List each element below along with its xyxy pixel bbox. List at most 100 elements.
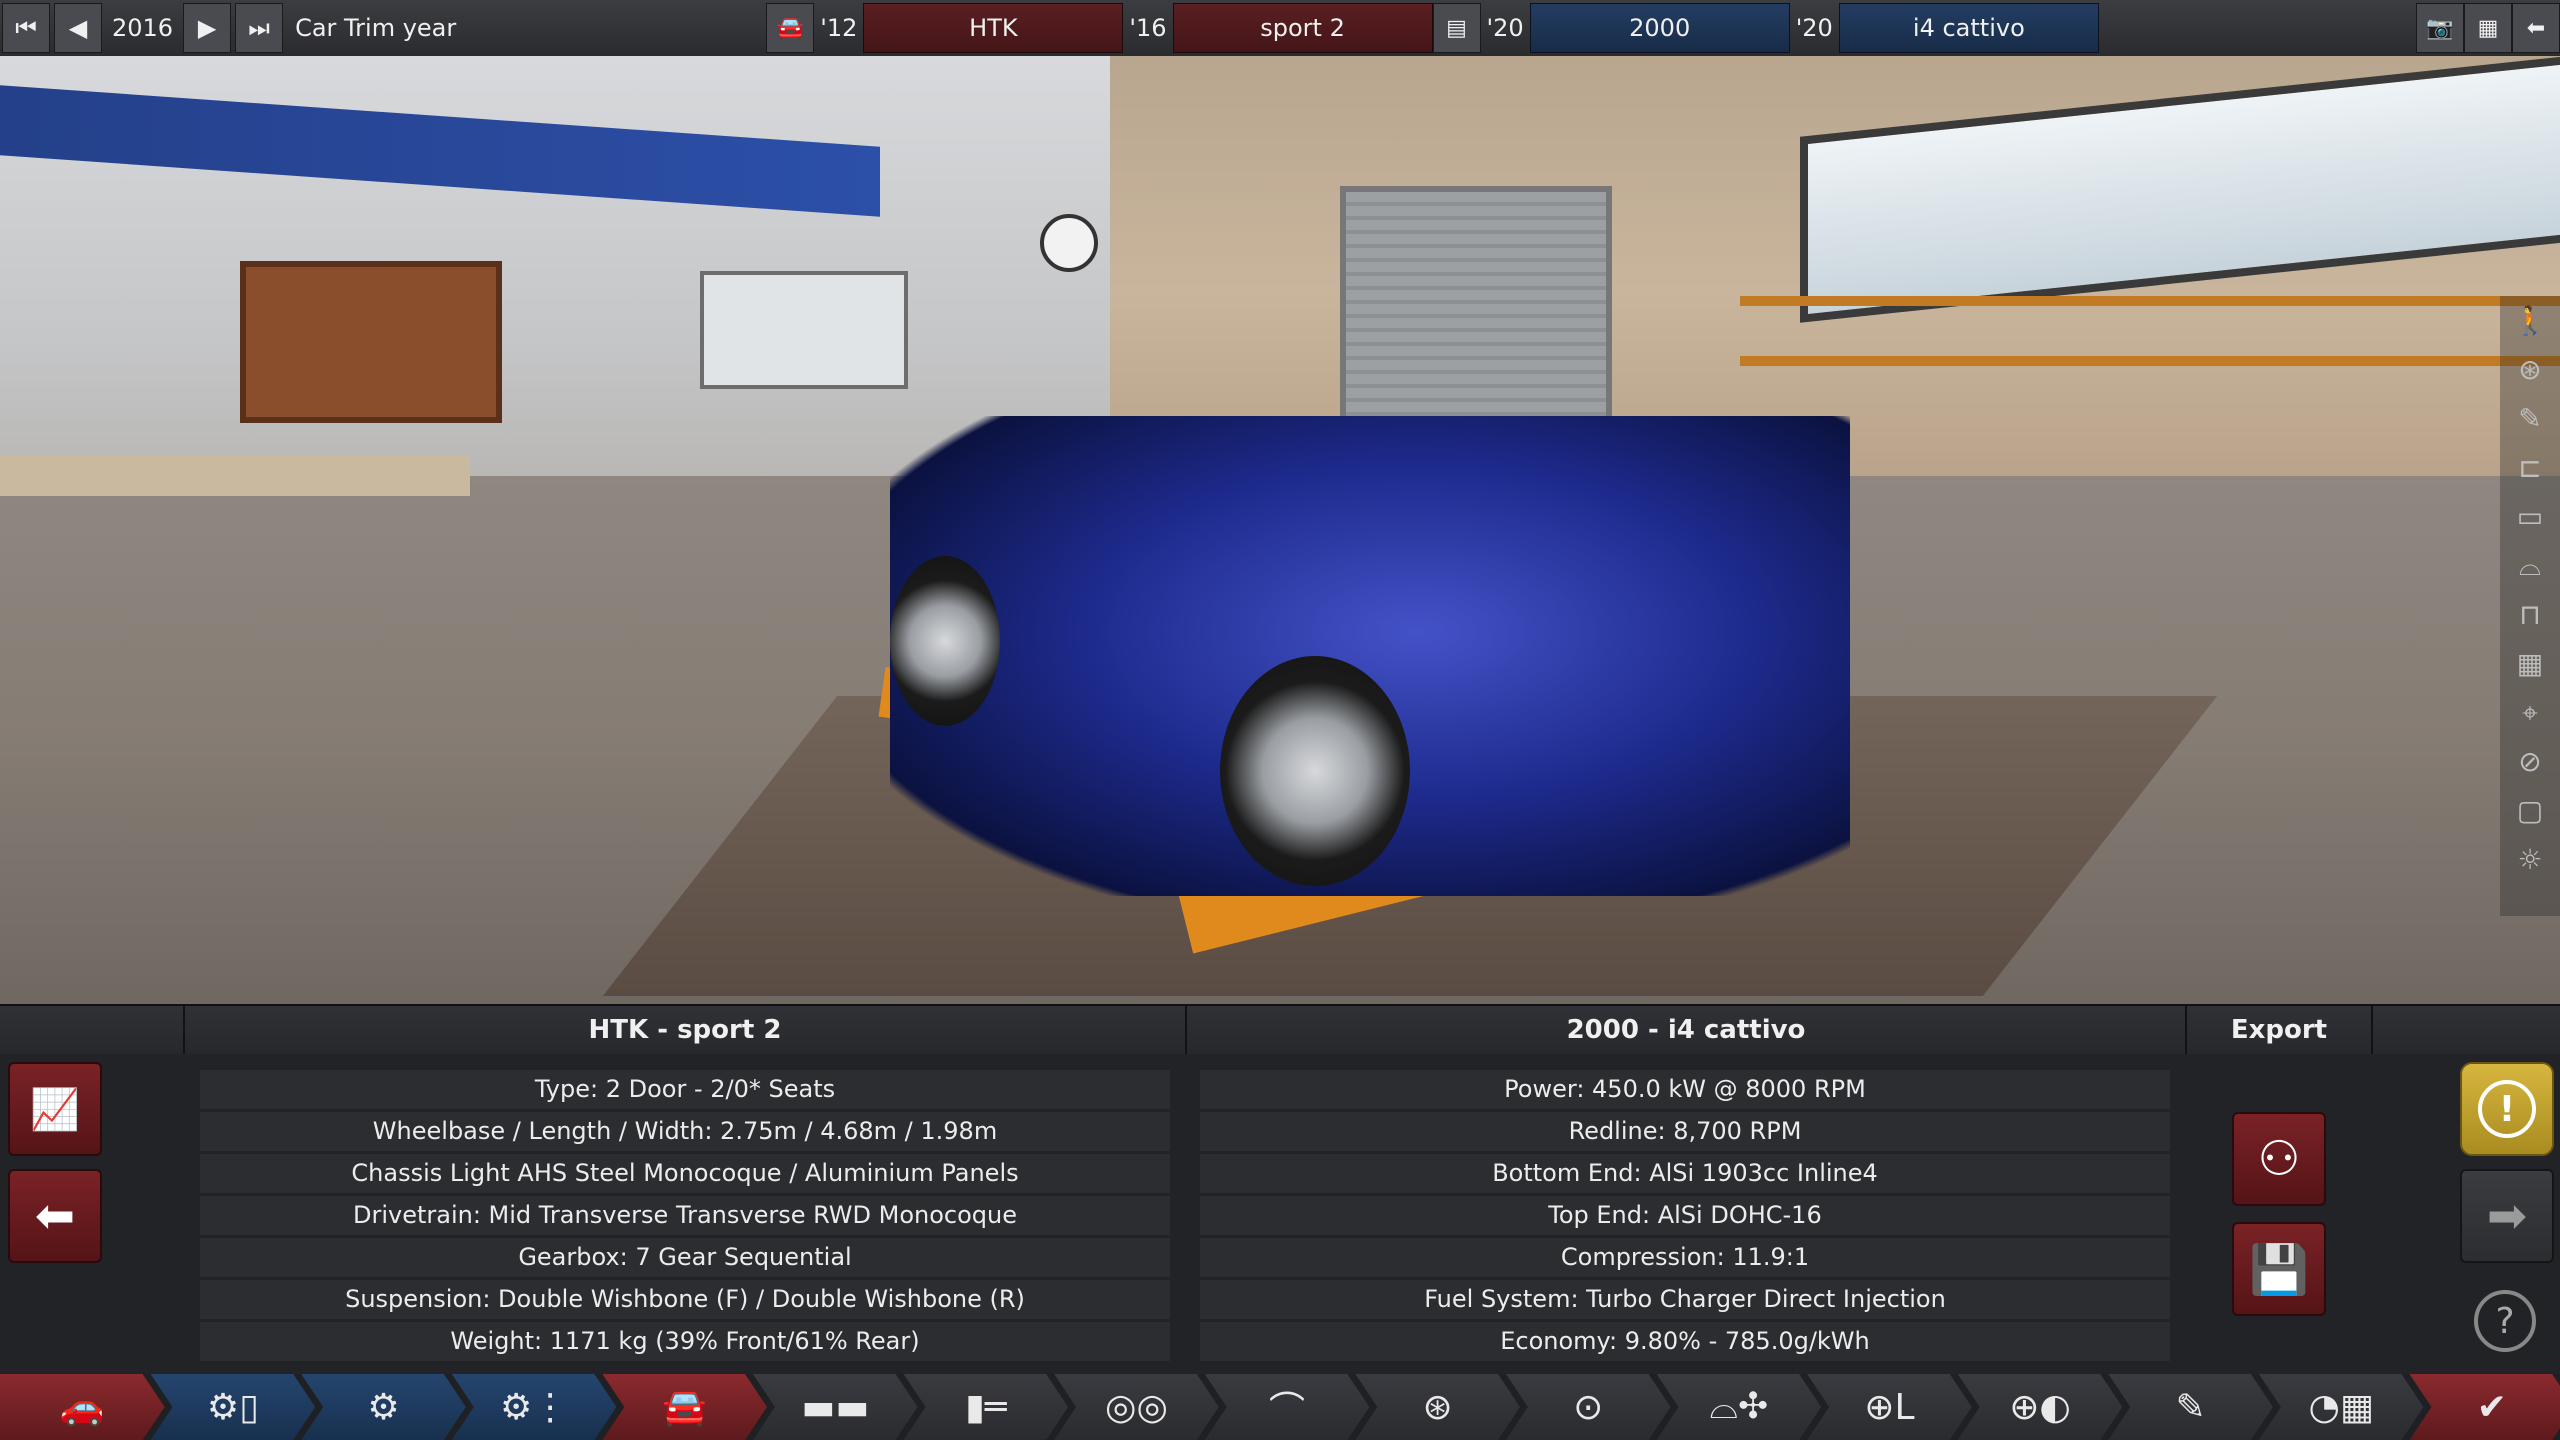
share-icon: ⚇ — [2257, 1131, 2301, 1187]
nav-engine-bottom-end[interactable]: ⚙ — [301, 1374, 466, 1440]
share-button[interactable]: ⚇ — [2232, 1112, 2326, 1206]
workbench — [0, 456, 470, 496]
wall-clock — [1040, 214, 1098, 272]
engine-power-row: Power: 450.0 kW @ 8000 RPM — [1200, 1070, 2170, 1109]
pedestrian-icon[interactable]: 🚶 — [2500, 296, 2560, 345]
nav-testing[interactable]: ◔▦ — [2259, 1374, 2424, 1440]
save-button[interactable]: 💾 — [2232, 1222, 2326, 1316]
panel-icon[interactable]: ▭ — [2500, 492, 2560, 541]
testing-icon: ◔▦ — [2308, 1386, 2374, 1428]
prev-year-button[interactable]: ◀ — [54, 3, 102, 53]
no-entry-icon[interactable]: ⊘ — [2500, 737, 2560, 786]
car-trim-icon: 🚘 — [662, 1387, 708, 1428]
warnings-button[interactable]: ! — [2460, 1062, 2554, 1156]
prev-icon: ◀ — [68, 14, 88, 42]
nav-wheels[interactable]: ⊛ — [1355, 1374, 1520, 1440]
calculator-button[interactable]: ▦ — [2464, 3, 2512, 53]
engine-info-list: Power: 450.0 kW @ 8000 RPM Redline: 8,70… — [1200, 1070, 2170, 1364]
nav-engine-family[interactable]: ⚙▯ — [151, 1374, 316, 1440]
brake-icon: ⊙ — [1573, 1386, 1604, 1428]
right-header-blank — [2373, 1006, 2560, 1054]
frame-icon[interactable]: ▢ — [2500, 786, 2560, 835]
engine-variant-selector[interactable]: i4 cattivo — [1838, 3, 2099, 53]
help-button[interactable]: ? — [2460, 1276, 2550, 1366]
car-summary-title: HTK - sport 2 — [185, 1006, 1187, 1054]
chart-icon: 📈 — [30, 1086, 80, 1133]
back-button[interactable]: ⬅ — [8, 1169, 102, 1263]
back-arrow-icon: ⬅ — [2526, 15, 2546, 41]
left-header-blank — [0, 1006, 185, 1054]
engine-placement-icon: ◎◎ — [1105, 1386, 1168, 1428]
car-model-button[interactable]: 🚘 — [766, 3, 815, 53]
year-label: Car Trim year — [295, 14, 457, 42]
engine-compression-row: Compression: 11.9:1 — [1200, 1238, 2170, 1277]
car-wheel-front — [1220, 656, 1410, 886]
car-icon: 🚗 — [59, 1387, 105, 1428]
performance-chart-button[interactable]: 📈 — [8, 1062, 102, 1156]
nav-finish[interactable]: ✔ — [2410, 1374, 2560, 1440]
engine-bottom-end-row: Bottom End: AlSi 1903cc Inline4 — [1200, 1154, 2170, 1193]
engine-icon: ▤ — [1446, 15, 1467, 41]
nav-suspension[interactable]: ⌒ — [1205, 1374, 1370, 1440]
interior-icon: ⊕L — [1864, 1386, 1915, 1428]
trim-selector[interactable]: sport 2 — [1172, 3, 1433, 53]
save-icon: 💾 — [2249, 1241, 2309, 1298]
car-suspension-row: Suspension: Double Wishbone (F) / Double… — [200, 1280, 1170, 1319]
grille-icon[interactable]: ▦ — [2500, 639, 2560, 688]
nav-brakes[interactable]: ⊙ — [1506, 1374, 1671, 1440]
nav-car-model[interactable]: 🚗 — [0, 1374, 165, 1440]
nav-drivetrain[interactable]: ▮═ — [904, 1374, 1069, 1440]
bottom-nav: 🚗 ⚙▯ ⚙ ⚙⋮ 🚘 ▬▬ ▮═ ◎◎ ⌒ ⊛ ⊙ ⌓✣ ⊕L ⊕◐ ✎ ◔▦… — [0, 1374, 2560, 1440]
nav-aero[interactable]: ⌓✣ — [1657, 1374, 1822, 1440]
nav-body[interactable]: ▬▬ — [753, 1374, 918, 1440]
trim-year: '16 — [1129, 14, 1167, 42]
rewind-year-button[interactable]: ⏮ — [2, 3, 50, 53]
screenshot-button[interactable]: 📷 — [2416, 3, 2464, 53]
nav-interior[interactable]: ⊕L — [1807, 1374, 1972, 1440]
camera-icon: 📷 — [2426, 15, 2454, 41]
next-year-button[interactable]: ▶ — [183, 3, 232, 53]
year-value: 2016 — [112, 14, 174, 42]
shelf — [1740, 356, 2560, 366]
wheel-icon[interactable]: ⊛ — [2500, 345, 2560, 394]
light-bulb-icon[interactable]: ☼ — [2500, 835, 2560, 884]
body-icon[interactable]: ⊓ — [2500, 590, 2560, 639]
nav-safety[interactable]: ⊕◐ — [1958, 1374, 2123, 1440]
engine-fuel-system-row: Fuel System: Turbo Charger Direct Inject… — [1200, 1280, 2170, 1319]
garage-3d-view[interactable]: 🚶 ⊛ ✎ ⊏ ▭ ⌓ ⊓ ▦ ⌖ ⊘ ▢ ☼ — [0, 56, 2560, 1004]
nav-engine-variant[interactable]: ⚙⋮ — [452, 1374, 617, 1440]
chassis-icon[interactable]: ⊏ — [2500, 443, 2560, 492]
car-type-row: Type: 2 Door - 2/0* Seats — [200, 1070, 1170, 1109]
whiteboard — [700, 271, 908, 389]
next-step-button[interactable]: ➡ — [2460, 1169, 2554, 1263]
car-wheel-rear — [890, 556, 1000, 726]
model-year: '12 — [820, 14, 858, 42]
nav-engine-placement[interactable]: ◎◎ — [1054, 1374, 1219, 1440]
engine-family-selector[interactable]: 2000 — [1529, 3, 1790, 53]
car-dimensions-row: Wheelbase / Length / Width: 2.75m / 4.68… — [200, 1112, 1170, 1151]
drivetrain-icon: ▮═ — [965, 1386, 1007, 1428]
engine-family-year: '20 — [1486, 14, 1524, 42]
nav-tuning[interactable]: ✎ — [2108, 1374, 2273, 1440]
car-drivetrain-row: Drivetrain: Mid Transverse Transverse RW… — [200, 1196, 1170, 1235]
engine-top-end-row: Top End: AlSi DOHC-16 — [1200, 1196, 2170, 1235]
car-gearbox-row: Gearbox: 7 Gear Sequential — [200, 1238, 1170, 1277]
engine-variant-icon: ⚙⋮ — [499, 1386, 569, 1428]
fast-forward-year-button[interactable]: ⏭ — [235, 3, 284, 53]
export-title: Export — [2187, 1006, 2373, 1054]
hood-icon[interactable]: ⌓ — [2500, 541, 2560, 590]
engine-economy-row: Economy: 9.80% - 785.0g/kWh — [1200, 1322, 2170, 1361]
spray-paint-icon[interactable]: ✎ — [2500, 394, 2560, 443]
nav-car-trim[interactable]: 🚘 — [602, 1374, 767, 1440]
rewind-icon: ⏮ — [15, 14, 37, 42]
engine-family-icon: ⚙▯ — [206, 1386, 259, 1428]
engine-variant-year: '20 — [1795, 14, 1833, 42]
car-chassis-row: Chassis Light AHS Steel Monocoque / Alum… — [200, 1154, 1170, 1193]
warning-icon: ! — [2478, 1080, 2536, 1138]
lift-icon[interactable]: ⌖ — [2500, 688, 2560, 737]
pinboard — [240, 261, 502, 423]
engine-button[interactable]: ▤ — [1432, 3, 1481, 53]
exit-button[interactable]: ⬅ — [2512, 3, 2560, 53]
model-selector[interactable]: HTK — [863, 3, 1124, 53]
arrow-right-icon: ➡ — [2486, 1188, 2528, 1244]
